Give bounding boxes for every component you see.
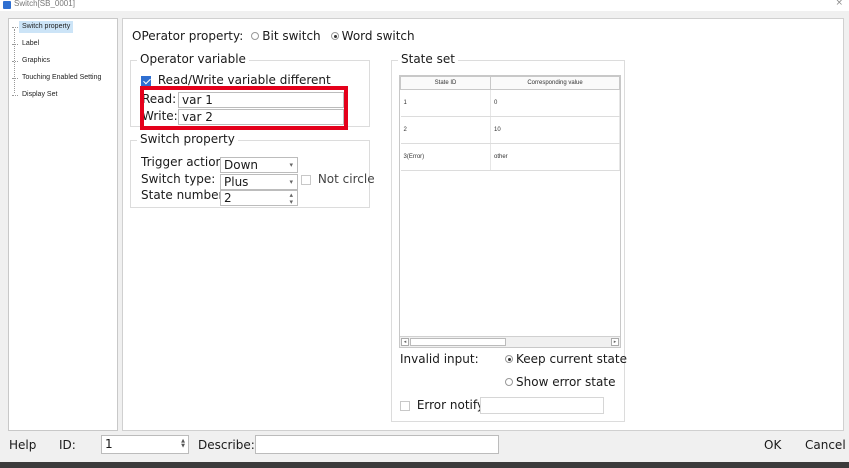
scroll-left-icon[interactable]: ◂	[401, 338, 409, 346]
describe-input[interactable]	[255, 435, 499, 454]
tree-item-label[interactable]: Label	[11, 38, 42, 50]
operator-property-row: OPerator property: Bit switch Word switc…	[132, 29, 415, 43]
tree-item-switch-property[interactable]: Switch property	[11, 21, 74, 33]
bottom-bar: Help ID: 1 ▲ ▼ Describe: OK Cancel	[0, 433, 849, 458]
radio-checked-icon	[505, 355, 513, 363]
invalid-input-label: Invalid input:	[400, 352, 479, 366]
keep-current-state-radio[interactable]: Keep current state	[505, 352, 627, 366]
table-row[interactable]: 1 0	[400, 89, 620, 117]
tree-item-graphics[interactable]: Graphics	[11, 55, 53, 67]
switch-type-value: Plus	[224, 175, 249, 189]
switch-type-select[interactable]: Plus ▾	[220, 174, 298, 190]
horizontal-scrollbar[interactable]: ◂ ▸	[400, 336, 620, 347]
chevron-down-icon: ▾	[289, 178, 293, 186]
scrollbar-thumb[interactable]	[410, 338, 506, 346]
checkbox-icon	[301, 174, 311, 185]
switch-property-title: Switch property	[137, 132, 238, 146]
title-bar: Switch[SB_0001] ×	[0, 0, 849, 11]
switch-type-label: Switch type:	[141, 172, 216, 186]
rw-different-checkbox[interactable]: Read/Write variable different	[141, 73, 331, 87]
value-cell[interactable]: other	[490, 143, 620, 171]
error-notify-label: Error notify	[416, 398, 484, 412]
state-number-value: 2	[224, 191, 232, 205]
radio-icon	[505, 378, 513, 386]
table-row[interactable]: 3(Error) other	[400, 143, 620, 171]
state-id-cell[interactable]: 3(Error)	[400, 143, 491, 171]
state-table: State ID Corresponding value 1 0 2 10 3(…	[400, 76, 620, 171]
table-row[interactable]: 2 10	[400, 116, 620, 144]
state-number-label: State number	[141, 188, 224, 202]
id-label: ID:	[59, 438, 76, 452]
spinner-arrows-icon: ▲ ▼	[181, 438, 185, 449]
tree-item-display-set[interactable]: Display Set	[11, 89, 60, 101]
trigger-action-label: Trigger action	[141, 155, 224, 169]
value-cell[interactable]: 0	[490, 89, 620, 117]
app-icon	[3, 1, 11, 9]
id-value: 1	[105, 437, 113, 451]
rw-different-label: Read/Write variable different	[157, 73, 331, 87]
not-circle-checkbox[interactable]: Not circle	[301, 172, 375, 186]
taskbar-strip	[0, 462, 849, 468]
describe-label: Describe:	[198, 438, 255, 452]
property-tree: Switch property Label Graphics Touching …	[8, 18, 118, 431]
radio-icon	[251, 32, 260, 40]
bit-switch-radio[interactable]: Bit switch	[251, 29, 321, 43]
operator-variable-title: Operator variable	[137, 52, 249, 66]
bit-switch-label: Bit switch	[262, 29, 321, 43]
checkbox-checked-icon	[141, 75, 151, 86]
state-id-cell[interactable]: 2	[400, 116, 491, 144]
error-notify-input[interactable]	[480, 397, 604, 414]
column-header-state-id[interactable]: State ID	[400, 76, 491, 90]
scroll-right-icon[interactable]: ▸	[611, 338, 619, 346]
operator-property-label: OPerator property:	[132, 29, 244, 43]
keep-current-state-label: Keep current state	[516, 352, 627, 366]
id-spinner[interactable]: 1 ▲ ▼	[101, 435, 189, 454]
trigger-action-value: Down	[224, 158, 259, 172]
table-header-row: State ID Corresponding value	[400, 76, 620, 90]
radio-checked-icon	[330, 32, 339, 40]
word-switch-label: Word switch	[341, 29, 415, 43]
word-switch-radio[interactable]: Word switch	[330, 29, 415, 43]
state-number-spinner[interactable]: 2 ▴ ▾	[220, 190, 298, 206]
chevron-down-icon: ▾	[289, 161, 293, 169]
trigger-action-select[interactable]: Down ▾	[220, 157, 298, 173]
state-id-cell[interactable]: 1	[400, 89, 491, 117]
spinner-arrows-icon: ▴ ▾	[289, 191, 293, 206]
main-panel: OPerator property: Bit switch Word switc…	[122, 18, 844, 431]
ok-button[interactable]: OK	[764, 438, 781, 452]
switch-property-group: Switch property Trigger action Down ▾ Sw…	[130, 132, 375, 208]
checkbox-icon	[400, 400, 410, 411]
show-error-state-label: Show error state	[516, 375, 616, 389]
close-icon[interactable]: ×	[835, 0, 843, 8]
highlight-box	[140, 86, 348, 130]
state-set-title: State set	[398, 52, 458, 66]
show-error-state-radio[interactable]: Show error state	[505, 375, 615, 389]
error-notify-checkbox[interactable]: Error notify	[400, 398, 484, 412]
column-header-value[interactable]: Corresponding value	[490, 76, 620, 90]
tree-item-touching-enabled[interactable]: Touching Enabled Setting	[11, 72, 104, 84]
help-button[interactable]: Help	[9, 438, 36, 452]
value-cell[interactable]: 10	[490, 116, 620, 144]
cancel-button[interactable]: Cancel	[805, 438, 846, 452]
window-title: Switch[SB_0001]	[14, 0, 75, 8]
not-circle-label: Not circle	[317, 172, 375, 186]
